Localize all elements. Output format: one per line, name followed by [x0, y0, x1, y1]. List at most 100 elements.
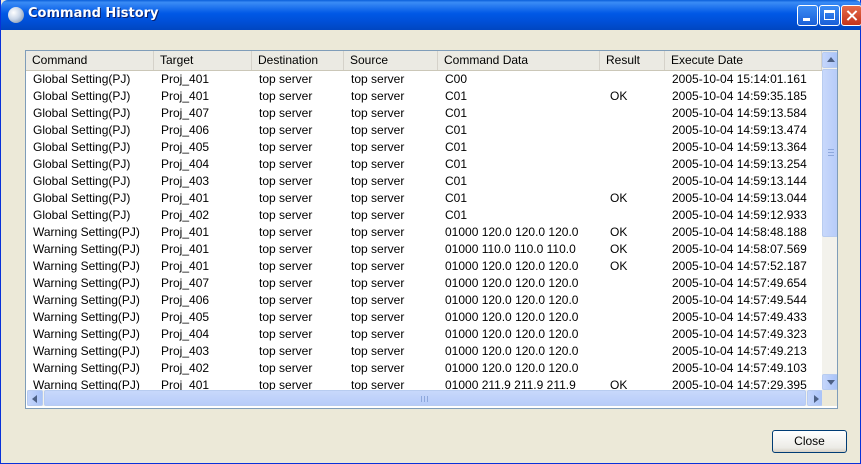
col-execute-date-cell: 2005-10-04 14:57:49.213	[672, 344, 807, 358]
command-history-list[interactable]: Command Target Destination Source Command Da…	[25, 50, 838, 409]
table-row[interactable]: Warning Setting(PJ) Proj_401 top server top…	[26, 224, 837, 241]
column-header-execute-date[interactable]: Execute Date	[665, 51, 822, 70]
minimize-button[interactable]	[797, 5, 818, 26]
col-destination-cell: top server	[259, 208, 313, 222]
col-command-cell: Global Setting(PJ)	[33, 72, 131, 86]
col-execute-date-cell: 2005-10-04 14:59:13.584	[672, 106, 807, 120]
arrow-up-icon	[827, 57, 835, 62]
col-command-cell: Global Setting(PJ)	[33, 89, 131, 103]
col-execute-date-cell: 2005-10-04 14:59:13.254	[672, 157, 807, 171]
col-command-data-cell: 01000 120.0 120.0 120.0	[445, 361, 579, 375]
col-execute-date-cell: 2005-10-04 14:59:35.185	[672, 89, 807, 103]
table-row[interactable]: Global Setting(PJ) Proj_401 top server top …	[26, 190, 837, 207]
table-row[interactable]: Warning Setting(PJ) Proj_405 top server top…	[26, 309, 837, 326]
col-result-cell: OK	[610, 89, 628, 103]
col-command-data-cell: 01000 120.0 120.0 120.0	[445, 259, 579, 273]
col-target-cell: Proj_403	[161, 174, 210, 188]
table-row[interactable]: Global Setting(PJ) Proj_407 top server top …	[26, 105, 837, 122]
close-button[interactable]: Close	[772, 430, 847, 453]
vertical-scroll-thumb[interactable]	[822, 69, 837, 237]
scroll-right-button[interactable]	[807, 390, 823, 406]
table-row[interactable]: Global Setting(PJ) Proj_401 top server top …	[26, 71, 837, 88]
col-source-cell: top server	[351, 89, 405, 103]
col-destination-cell: top server	[259, 140, 313, 154]
list-header: Command Target Destination Source Command Da…	[26, 51, 837, 71]
col-command-cell: Warning Setting(PJ)	[33, 259, 140, 273]
maximize-button[interactable]	[819, 5, 840, 26]
col-command-cell: Warning Setting(PJ)	[33, 344, 140, 358]
table-row[interactable]: Global Setting(PJ) Proj_404 top server top …	[26, 156, 837, 173]
col-execute-date-cell: 2005-10-04 14:58:48.188	[672, 225, 807, 239]
col-source-cell: top server	[351, 276, 405, 290]
col-target-cell: Proj_405	[161, 310, 210, 324]
col-source-cell: top server	[351, 140, 405, 154]
col-destination-cell: top server	[259, 89, 313, 103]
col-destination-cell: top server	[259, 242, 313, 256]
col-destination-cell: top server	[259, 191, 313, 205]
col-destination-cell: top server	[259, 259, 313, 273]
col-command-cell: Global Setting(PJ)	[33, 208, 131, 222]
col-source-cell: top server	[351, 174, 405, 188]
col-execute-date-cell: 2005-10-04 14:59:13.044	[672, 191, 807, 205]
col-source-cell: top server	[351, 208, 405, 222]
vertical-scrollbar[interactable]	[822, 52, 837, 390]
table-row[interactable]: Warning Setting(PJ) Proj_403 top server top…	[26, 343, 837, 360]
col-command-data-cell: 01000 120.0 120.0 120.0	[445, 225, 579, 239]
table-row[interactable]: Global Setting(PJ) Proj_405 top server top …	[26, 139, 837, 156]
col-command-cell: Warning Setting(PJ)	[33, 242, 140, 256]
col-target-cell: Proj_404	[161, 157, 210, 171]
col-command-cell: Warning Setting(PJ)	[33, 361, 140, 375]
title-bar[interactable]: Command History	[1, 0, 861, 30]
column-header-command-data[interactable]: Command Data	[438, 51, 600, 70]
table-row[interactable]: Warning Setting(PJ) Proj_404 top server top…	[26, 326, 837, 343]
column-header-command[interactable]: Command	[26, 51, 154, 70]
col-target-cell: Proj_401	[161, 225, 210, 239]
table-row[interactable]: Warning Setting(PJ) Proj_401 top server top…	[26, 241, 837, 258]
col-source-cell: top server	[351, 106, 405, 120]
col-source-cell: top server	[351, 361, 405, 375]
column-header-destination[interactable]: Destination	[252, 51, 344, 70]
col-command-data-cell: C01	[445, 174, 468, 188]
table-row[interactable]: Global Setting(PJ) Proj_401 top server top …	[26, 88, 837, 105]
col-command-cell: Global Setting(PJ)	[33, 123, 131, 137]
col-source-cell: top server	[351, 191, 405, 205]
scroll-up-button[interactable]	[822, 52, 837, 68]
table-row[interactable]: Warning Setting(PJ) Proj_401 top server top…	[26, 258, 837, 275]
col-command-data-cell: C01	[445, 106, 468, 120]
table-row[interactable]: Global Setting(PJ) Proj_403 top server top …	[26, 173, 837, 190]
col-source-cell: top server	[351, 259, 405, 273]
table-row[interactable]: Global Setting(PJ) Proj_402 top server top …	[26, 207, 837, 224]
col-command-data-cell: C01	[445, 191, 468, 205]
col-source-cell: top server	[351, 310, 405, 324]
col-command-data-cell: 01000 120.0 120.0 120.0	[445, 344, 579, 358]
table-row[interactable]: Warning Setting(PJ) Proj_402 top server top…	[26, 360, 837, 377]
table-row[interactable]: Global Setting(PJ) Proj_406 top server top …	[26, 122, 837, 139]
col-execute-date-cell: 2005-10-04 14:57:49.323	[672, 327, 807, 341]
col-command-data-cell: C01	[445, 208, 468, 222]
column-header-target[interactable]: Target	[154, 51, 252, 70]
col-destination-cell: top server	[259, 327, 313, 341]
table-row[interactable]: Warning Setting(PJ) Proj_406 top server top…	[26, 292, 837, 309]
col-command-cell: Global Setting(PJ)	[33, 140, 131, 154]
column-header-result[interactable]: Result	[600, 51, 665, 70]
col-source-cell: top server	[351, 72, 405, 86]
col-result-cell: OK	[610, 259, 628, 273]
col-source-cell: top server	[351, 157, 405, 171]
col-command-data-cell: C00	[445, 72, 468, 86]
table-row[interactable]: Warning Setting(PJ) Proj_407 top server top…	[26, 275, 837, 292]
scroll-left-button[interactable]	[27, 390, 43, 406]
col-command-data-cell: 01000 120.0 120.0 120.0	[445, 327, 579, 341]
col-command-data-cell: C01	[445, 89, 468, 103]
col-command-cell: Warning Setting(PJ)	[33, 276, 140, 290]
column-header-source[interactable]: Source	[344, 51, 438, 70]
col-result-cell: OK	[610, 191, 628, 205]
col-destination-cell: top server	[259, 310, 313, 324]
scroll-down-button[interactable]	[822, 374, 837, 390]
horizontal-scrollbar[interactable]	[27, 390, 823, 406]
close-window-button[interactable]	[841, 5, 861, 26]
horizontal-scroll-thumb[interactable]	[44, 390, 806, 406]
col-destination-cell: top server	[259, 174, 313, 188]
col-target-cell: Proj_407	[161, 106, 210, 120]
col-destination-cell: top server	[259, 293, 313, 307]
arrow-right-icon	[814, 395, 819, 403]
